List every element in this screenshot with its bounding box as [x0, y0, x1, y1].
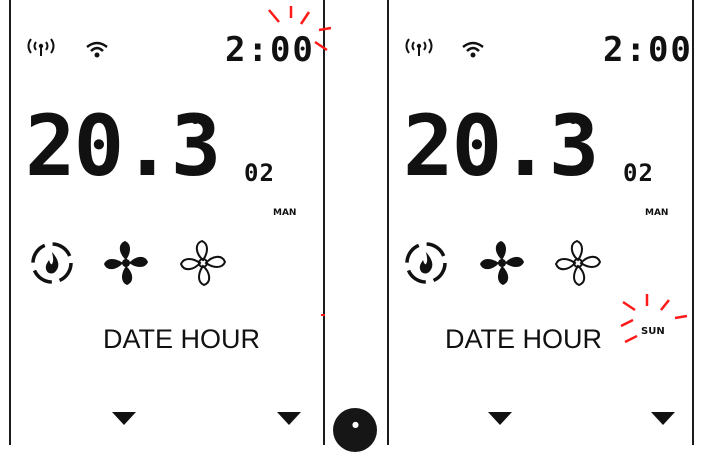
mode-label: MAN: [273, 208, 297, 218]
control-knob[interactable]: ●: [333, 408, 377, 452]
temperature-unit: °c: [564, 114, 577, 127]
fan-outline-icon: [553, 238, 603, 288]
down-arrow-button-right[interactable]: [277, 412, 301, 426]
thermostat-display-left: 2:00 20.3 °c 02 MAN DATE HOUR: [9, 0, 332, 445]
mode-label: MAN: [645, 208, 669, 218]
thermostat-display-right: 2:00 20.3 °c 02 MAN SUN DATE HOUR: [387, 0, 694, 445]
flame-icon: [403, 240, 449, 286]
fan-filled-icon: [101, 238, 151, 288]
knob-indicator-icon: ●: [352, 420, 359, 429]
day-number-display: 02: [623, 159, 654, 187]
temperature-unit: °c: [186, 114, 199, 127]
down-arrow-button-left[interactable]: [488, 412, 512, 426]
time-display: 2:00: [603, 30, 693, 70]
flame-icon: [29, 240, 75, 286]
blink-indicator-icon: [251, 2, 333, 62]
blink-mark: [321, 314, 325, 316]
wifi-icon: [85, 41, 109, 59]
date-hour-label: DATE HOUR: [103, 324, 261, 354]
radio-signal-icon: [25, 38, 57, 58]
weekday-display: SUN: [641, 326, 665, 337]
down-arrow-button-left[interactable]: [112, 412, 136, 426]
down-arrow-button-right[interactable]: [651, 412, 675, 426]
blink-indicator-icon: [615, 292, 695, 352]
fan-outline-icon: [178, 238, 228, 288]
fan-filled-icon: [477, 238, 527, 288]
wifi-icon: [461, 41, 485, 59]
date-hour-label: DATE HOUR: [445, 324, 603, 354]
radio-signal-icon: [403, 38, 435, 58]
day-number-display: 02: [244, 159, 275, 187]
